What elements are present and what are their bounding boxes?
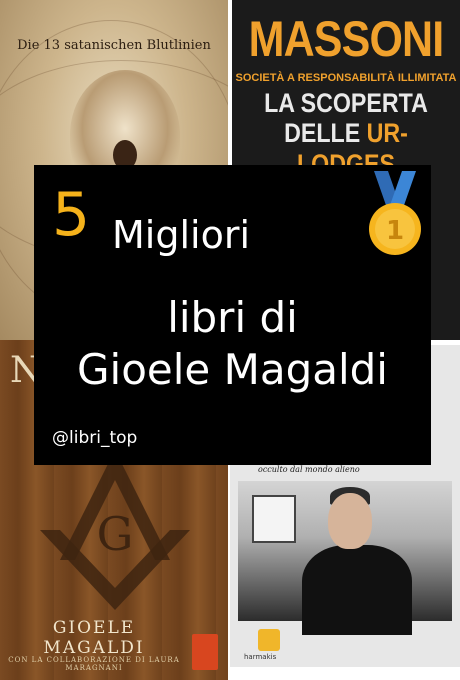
subtitle-part: DELLE — [284, 118, 367, 148]
headline-word: Migliori — [112, 213, 251, 257]
square-and-compass-icon: G — [40, 450, 190, 610]
window-shape — [252, 495, 296, 543]
list-count: 5 — [52, 180, 91, 250]
person-head — [328, 493, 372, 549]
publisher-logo-icon — [192, 634, 218, 670]
person-body — [302, 545, 412, 635]
medal-number: 1 — [386, 216, 404, 246]
title-overlay: 5 Migliori 1 libri di Gioele Magaldi @li… — [34, 165, 431, 465]
publisher-logo-icon — [258, 629, 280, 651]
social-handle: @libri_top — [52, 428, 138, 448]
book-subtitle-line: LA SCOPERTA — [264, 88, 428, 118]
headline-line: libri di — [167, 293, 298, 342]
book-title: MASSONI — [248, 11, 445, 67]
first-place-medal-icon: 1 — [369, 171, 421, 255]
book-author: GIOELE MAGALDI — [43, 618, 145, 658]
publisher-name: harmakis — [244, 653, 277, 661]
book-subtitle: SOCIETÀ A RESPONSABILITÀ ILLIMITATA — [235, 72, 457, 84]
cover-tagline: occulto dal mondo alieno — [258, 465, 360, 474]
headline-author: Gioele Magaldi — [77, 345, 388, 394]
book-title: Die 13 satanischen Blutlinien — [17, 38, 211, 53]
book-collaborator: CON LA COLLABORAZIONE DI LAURA MARAGNANI — [8, 656, 180, 672]
emblem-letter: G — [97, 507, 134, 561]
